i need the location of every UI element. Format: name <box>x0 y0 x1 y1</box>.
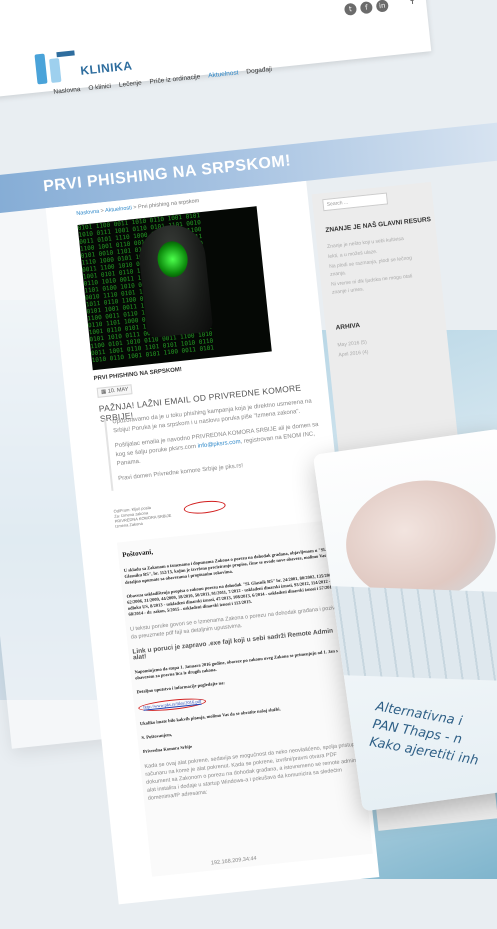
malicious-link[interactable]: http://www.pks.rs/files/2016.pdf <box>137 696 207 714</box>
sidebar-search-input[interactable]: Search ... <box>322 192 389 212</box>
nav-item-aktuelnost[interactable]: Aktuelnost <box>208 69 239 79</box>
logo-mark <box>34 50 77 85</box>
facebook-icon[interactable]: f <box>359 1 373 15</box>
nav-item-lecenje[interactable]: Lečenje <box>119 80 142 89</box>
widget-title: ZNANJE JE NAŠ GLAVNI RESURS <box>325 216 432 235</box>
hacker-image: 0101 1100 0011 1010 0110 1001 0101 1010 … <box>77 206 272 371</box>
breadcrumb-current: Prvi phishing na srpskom <box>137 198 200 211</box>
email-link[interactable]: info@pksrs.com <box>197 439 241 449</box>
article-small-title: PRVI PHISHING NA SRPSKOM! <box>93 366 183 383</box>
date-badge: ▦ 10. MAY <box>96 384 133 398</box>
breadcrumb-section[interactable]: Aktuelnosti <box>105 205 132 214</box>
twitter-icon[interactable]: t <box>343 2 358 16</box>
social-icons: t f in <box>343 0 389 16</box>
doc-footer: 192.168.209.34:44 <box>210 855 257 867</box>
archive-item-april[interactable]: April 2016 (4) <box>338 347 369 360</box>
site-logo[interactable]: KLINIKA <box>34 45 133 85</box>
breadcrumb-home[interactable]: Naslovna <box>76 209 99 217</box>
nav-item-naslovna[interactable]: Naslovna <box>53 86 81 96</box>
archive-list: May 2016 (5) April 2016 (4) <box>337 337 369 360</box>
widget-text: Znanje je nešto koji u sebi kultivisa le… <box>326 235 413 296</box>
nav-item-o-klinici[interactable]: O klinici <box>88 83 111 92</box>
background-card-text: Alternativna i PAN Thaps - n Kako ajeret… <box>368 699 480 769</box>
keyboard-photo <box>321 585 497 683</box>
site-header: t f in ⚲ KLINIKA Naslovna O klinici Leče… <box>0 0 432 98</box>
search-icon[interactable]: ⚲ <box>408 0 416 6</box>
archive-title: ARHIVA <box>335 322 361 332</box>
nav-item-price[interactable]: Priče iz ordinacije <box>149 73 200 85</box>
email-screenshot: Od/From: Ključ posla Za: Izmena zakona P… <box>113 492 275 533</box>
logo-text: KLINIKA <box>79 58 134 78</box>
nav-item-dogadjaji[interactable]: Događaji <box>246 66 272 76</box>
linkedin-icon[interactable]: in <box>375 0 389 13</box>
